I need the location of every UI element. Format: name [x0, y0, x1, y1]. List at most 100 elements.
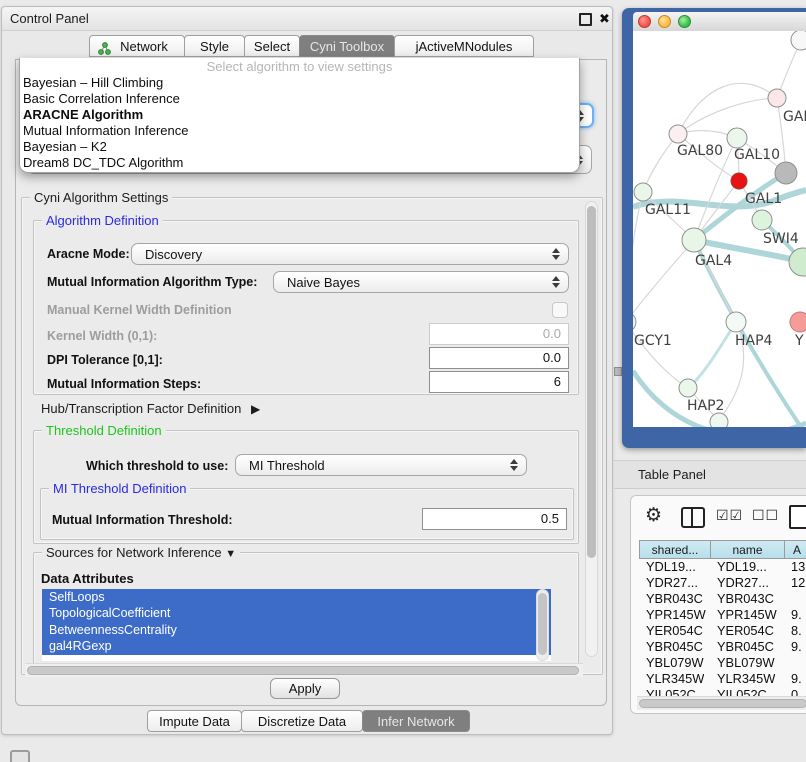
node-gray[interactable]	[775, 162, 797, 184]
algorithm-option-highlighted[interactable]: ARACNE Algorithm	[20, 107, 579, 123]
control-panel-titlebar[interactable]: Control Panel ✖	[2, 7, 612, 31]
table-horizontal-scrollbar[interactable]	[637, 696, 806, 710]
gear-icon[interactable]: ⚙	[645, 504, 662, 527]
cyni-algorithm-settings-title: Cyni Algorithm Settings	[30, 190, 172, 205]
tab-impute-data[interactable]: Impute Data	[147, 710, 242, 732]
svg-text:Y: Y	[794, 333, 804, 349]
table-panel-header: Table Panel	[614, 460, 806, 489]
network-window-titlebar[interactable]	[633, 12, 806, 32]
hub-definition-expander[interactable]: Hub/Transcription Factor Definition ▶	[41, 401, 260, 416]
network-icon	[98, 40, 111, 53]
node-swi4[interactable]	[752, 210, 772, 230]
mac-minimize-icon[interactable]	[658, 15, 671, 28]
mac-close-icon[interactable]	[638, 15, 651, 28]
tab-select[interactable]: Select	[244, 35, 300, 57]
attribute-item-selected[interactable]: BetweennessCentrality	[42, 622, 551, 638]
table-row: YPR145WYPR145W9.	[639, 607, 806, 623]
data-attributes-list[interactable]: SelfLoops TopologicalCoefficient Between…	[42, 589, 551, 661]
float-window-icon[interactable]	[579, 13, 592, 26]
svg-text:GAL80: GAL80	[677, 143, 723, 159]
network-canvas[interactable]: GAL GAL80 GAL10 GAL1 GAL11 SWI4 GAL4 GCY…	[633, 31, 806, 427]
algorithm-option[interactable]: Dream8 DC_TDC Algorithm	[20, 155, 579, 171]
algorithm-option[interactable]: Mutual Information Inference	[20, 123, 579, 139]
node-gcy1[interactable]	[633, 312, 636, 332]
attribute-item-selected[interactable]: TopologicalCoefficient	[42, 605, 551, 621]
svg-text:GAL4: GAL4	[695, 253, 732, 269]
columns-icon[interactable]	[681, 507, 705, 528]
settings-vertical-scrollbar[interactable]	[585, 201, 598, 657]
scrollbar-thumb[interactable]	[538, 593, 547, 655]
attribute-item-selected[interactable]: gal4RGexp	[42, 638, 551, 654]
which-threshold-label: Which threshold to use:	[86, 459, 228, 473]
algorithm-option[interactable]: Bayesian – Hill Climbing	[20, 75, 579, 91]
settings-horizontal-scrollbar[interactable]	[25, 663, 583, 677]
table-row: YBR045CYBR045C9.	[639, 639, 806, 655]
mi-threshold-field[interactable]: 0.5	[422, 508, 567, 530]
scrollbar-thumb[interactable]	[639, 699, 806, 708]
mi-type-combo[interactable]: Naive Bayes	[273, 271, 569, 293]
aracne-mode-label: Aracne Mode:	[47, 247, 130, 261]
select-all-icon[interactable]: ☑☑	[716, 507, 743, 524]
algorithm-dropdown-popup: Select algorithm to view settings Bayesi…	[19, 58, 580, 173]
mac-zoom-icon[interactable]	[678, 15, 691, 28]
node-gal11[interactable]	[634, 183, 652, 201]
close-icon[interactable]: ✖	[599, 12, 610, 25]
node-gal[interactable]	[768, 89, 786, 107]
tab-cyni-toolbox[interactable]: Cyni Toolbox	[299, 35, 395, 57]
node[interactable]	[710, 413, 728, 427]
svg-text:GAL10: GAL10	[734, 147, 780, 163]
algorithm-option[interactable]: Basic Correlation Inference	[20, 91, 579, 107]
column-header-shared-name[interactable]: shared...	[639, 540, 711, 559]
node[interactable]	[791, 31, 806, 50]
table-rows[interactable]: YDL19...YDL19...13 YDR27...YDR27...12 YB…	[639, 559, 806, 703]
dpi-tolerance-field[interactable]: 0.0	[429, 347, 569, 369]
tab-jactivemnodules[interactable]: jActiveMNodules	[394, 35, 534, 57]
tab-infer-network[interactable]: Infer Network	[362, 710, 470, 732]
minimized-window-icon[interactable]	[10, 750, 30, 762]
export-table-icon[interactable]	[789, 505, 806, 529]
column-header-name[interactable]: name	[711, 540, 785, 559]
data-attributes-label: Data Attributes	[41, 571, 134, 586]
tab-network[interactable]: Network	[89, 35, 185, 57]
attributes-scrollbar[interactable]	[536, 589, 549, 661]
splitter-handle[interactable]	[614, 367, 622, 376]
node-hap4[interactable]	[726, 312, 746, 332]
node-gal1-selected[interactable]	[731, 173, 747, 189]
node-hap2[interactable]	[679, 379, 697, 397]
which-threshold-combo[interactable]: MI Threshold	[235, 454, 527, 476]
node-gal4[interactable]	[682, 228, 706, 252]
mi-steps-label: Mutual Information Steps:	[47, 377, 201, 391]
tab-discretize-data[interactable]: Discretize Data	[241, 710, 363, 732]
scrollbar-thumb[interactable]	[27, 666, 579, 675]
mi-steps-field[interactable]: 6	[429, 371, 569, 393]
svg-text:SWI4: SWI4	[763, 231, 799, 247]
svg-text:GCY1: GCY1	[634, 333, 672, 349]
control-panel-title: Control Panel	[10, 11, 89, 26]
expander-arrow-right-icon: ▶	[251, 402, 260, 416]
column-header-partial[interactable]: A	[785, 540, 806, 559]
node-salmon[interactable]	[790, 312, 806, 332]
svg-text:GAL: GAL	[783, 109, 806, 125]
node-gal10[interactable]	[727, 128, 747, 148]
algorithm-option[interactable]: Bayesian – K2	[20, 139, 579, 155]
expander-arrow-down-icon[interactable]: ▼	[225, 548, 236, 560]
kernel-width-field[interactable]: 0.0	[429, 323, 569, 345]
apply-button[interactable]: Apply	[270, 678, 340, 699]
manual-kernel-checkbox[interactable]	[552, 302, 568, 318]
table-row: YBR043CYBR043C	[639, 591, 806, 607]
popup-prompt: Select algorithm to view settings	[20, 58, 579, 75]
deselect-all-icon[interactable]: ☐☐	[752, 507, 779, 524]
table-row: YBL079WYBL079W	[639, 655, 806, 671]
node-gal80[interactable]	[669, 125, 687, 143]
mi-threshold-label: Mutual Information Threshold:	[52, 513, 233, 527]
attribute-item-selected[interactable]: SelfLoops	[42, 589, 551, 605]
svg-text:GAL11: GAL11	[645, 202, 691, 218]
manual-kernel-label: Manual Kernel Width Definition	[47, 303, 232, 317]
mi-type-label: Mutual Information Algorithm Type:	[47, 275, 257, 289]
control-panel-window: Control Panel ✖ Network Style Select Cyn…	[1, 6, 613, 735]
aracne-mode-combo[interactable]: Discovery	[131, 243, 569, 265]
table-panel-title: Table Panel	[638, 467, 706, 482]
scrollbar-thumb[interactable]	[587, 206, 596, 558]
table-row: YDR27...YDR27...12	[639, 575, 806, 591]
tab-style[interactable]: Style	[184, 35, 245, 57]
